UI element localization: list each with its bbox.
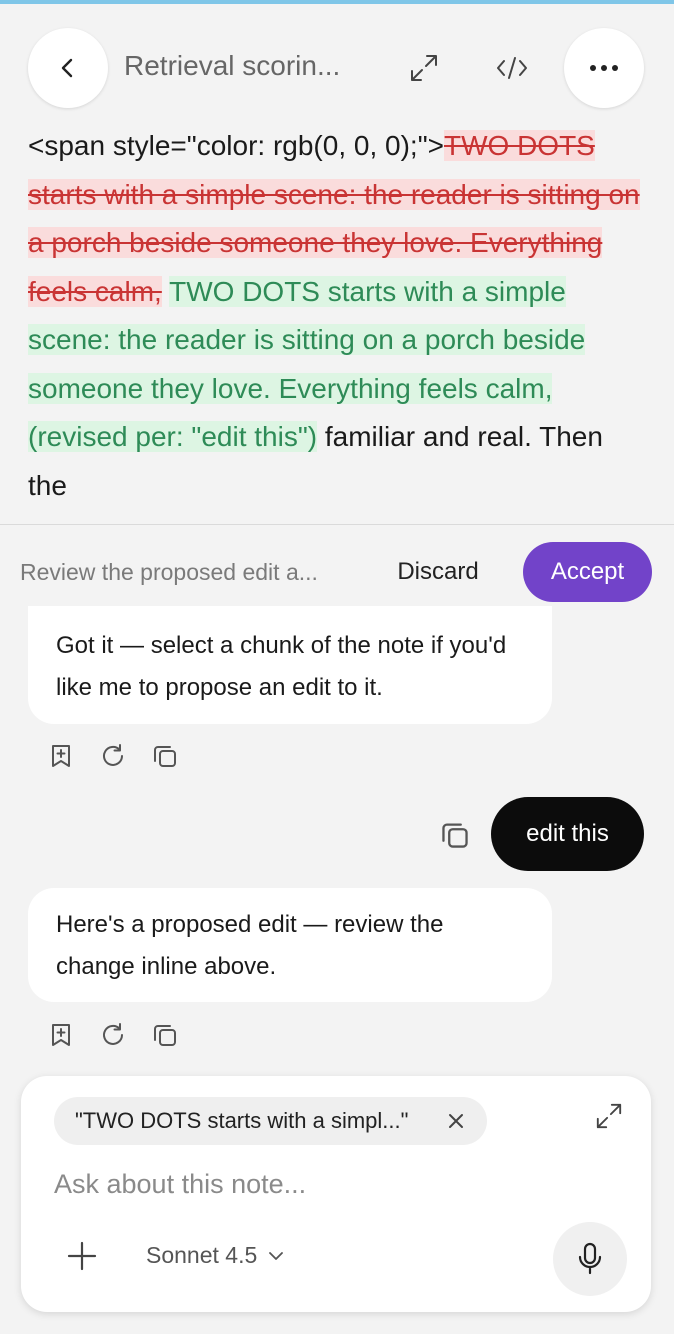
- assistant-message-text: Here's a proposed edit — review the chan…: [56, 911, 444, 980]
- assistant-message: Got it — select a chunk of the note if y…: [28, 606, 552, 724]
- retry-button[interactable]: [100, 743, 126, 769]
- assistant-message: Here's a proposed edit — review the chan…: [28, 888, 552, 1002]
- expand-arrows-icon: [411, 55, 437, 81]
- copy-user-message-button[interactable]: [440, 820, 470, 850]
- remove-chip-button[interactable]: [445, 1110, 467, 1132]
- message-input[interactable]: [54, 1162, 574, 1206]
- user-message-text: edit this: [526, 820, 609, 847]
- copy-button[interactable]: [152, 1022, 178, 1048]
- add-attachment-button[interactable]: [66, 1240, 98, 1272]
- review-label: Review the proposed edit a...: [20, 559, 318, 585]
- assistant-message-text: Got it — select a chunk of the note if y…: [56, 632, 507, 701]
- refresh-icon: [103, 1023, 123, 1045]
- copy-icon: [154, 746, 176, 767]
- more-dots-icon: [590, 65, 618, 71]
- plus-icon: [67, 1241, 97, 1271]
- user-message: edit this: [491, 797, 644, 871]
- back-button[interactable]: [28, 28, 108, 108]
- expand-arrows-icon: [596, 1103, 622, 1129]
- code-icon: [497, 57, 527, 79]
- divider: [0, 524, 674, 525]
- message-actions: [48, 1022, 178, 1048]
- bookmark-add-icon: [52, 1024, 70, 1046]
- bookmark-add-icon: [52, 745, 70, 767]
- refresh-icon: [103, 744, 123, 766]
- model-label: Sonnet 4.5: [146, 1242, 258, 1268]
- more-options-button[interactable]: [564, 28, 644, 108]
- copy-icon: [442, 823, 468, 848]
- close-icon: [449, 1114, 463, 1128]
- note-diff-text: <span style="color: rgb(0, 0, 0);">TWO D…: [28, 122, 648, 510]
- microphone-icon: [578, 1242, 602, 1275]
- retry-button[interactable]: [100, 1022, 126, 1048]
- accept-button[interactable]: Accept: [523, 542, 652, 602]
- expand-button[interactable]: [404, 48, 444, 88]
- copy-button[interactable]: [152, 743, 178, 769]
- context-chip-text: "TWO DOTS starts with a simpl...": [75, 1108, 409, 1133]
- page-title: Retrieval scorin...: [124, 50, 341, 81]
- chevron-down-icon: [269, 1251, 284, 1260]
- bookmark-button[interactable]: [48, 1022, 74, 1048]
- note-prefix: <span style="color: rgb(0, 0, 0);">: [28, 130, 444, 161]
- composer: "TWO DOTS starts with a simpl..." Sonnet…: [21, 1076, 651, 1312]
- view-code-button[interactable]: [492, 48, 532, 88]
- discard-button[interactable]: Discard: [378, 542, 498, 602]
- top-accent-line: [0, 0, 674, 4]
- message-actions: [48, 743, 178, 769]
- copy-icon: [154, 1025, 176, 1046]
- voice-input-button[interactable]: [553, 1222, 627, 1296]
- bookmark-button[interactable]: [48, 743, 74, 769]
- model-selector[interactable]: Sonnet 4.5: [146, 1242, 284, 1269]
- chevron-left-icon: [61, 58, 73, 78]
- note-content[interactable]: <span style="color: rgb(0, 0, 0);">TWO D…: [0, 120, 674, 524]
- expand-composer-button[interactable]: [595, 1102, 625, 1132]
- context-chip[interactable]: "TWO DOTS starts with a simpl...": [54, 1097, 487, 1145]
